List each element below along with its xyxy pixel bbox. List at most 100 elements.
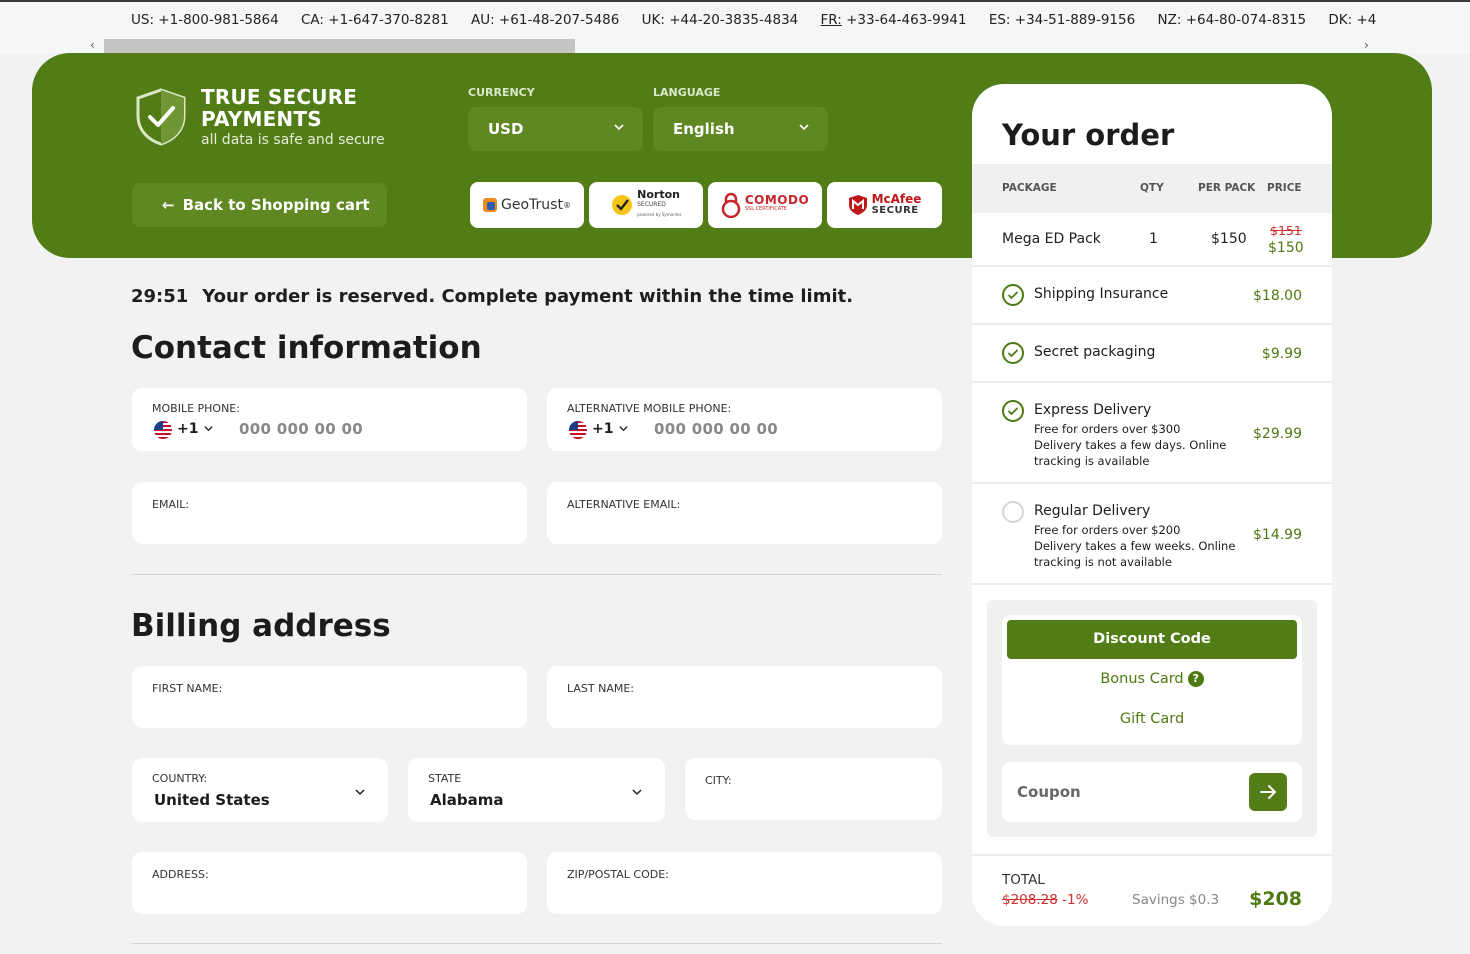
address-field[interactable]: ADDRESS:: [132, 852, 527, 914]
option-express-delivery[interactable]: Express Delivery Free for orders over $3…: [972, 381, 1332, 482]
state-select[interactable]: STATE Alabama: [408, 758, 665, 822]
arrow-right-icon: [1260, 785, 1276, 799]
section-divider: [131, 574, 942, 575]
order-title: Your order: [1002, 118, 1175, 152]
package-qty: 1: [1149, 231, 1158, 247]
comodo-badge: COMODO SSL CERTIFICATE: [708, 182, 822, 228]
bonus-card-tab[interactable]: Bonus Card?: [1002, 671, 1302, 687]
mobile-phone-field[interactable]: MOBILE PHONE: +1 000 000 00 00: [132, 388, 527, 451]
norton-badge: Norton SECURED powered by Symantec: [589, 182, 703, 228]
promo-panel: Discount Code Bonus Card? Gift Card Coup…: [987, 600, 1317, 837]
discount-code-tab[interactable]: Discount Code: [1007, 620, 1297, 659]
apply-coupon-button[interactable]: [1249, 773, 1287, 811]
language-label: LANGUAGE: [653, 86, 721, 99]
phone-es[interactable]: ES: +34-51-889-9156: [989, 12, 1135, 28]
zip-field[interactable]: ZIP/POSTAL CODE:: [547, 852, 942, 914]
col-package: PACKAGE: [1002, 182, 1057, 194]
chevron-down-icon[interactable]: [203, 423, 214, 434]
phone-numbers-bar: US: +1-800-981-5864 CA: +1-647-370-8281 …: [0, 0, 1470, 54]
option-regular-delivery[interactable]: Regular Delivery Free for orders over $2…: [972, 482, 1332, 583]
alt-mobile-phone-label: ALTERNATIVE MOBILE PHONE:: [567, 402, 732, 415]
first-name-field[interactable]: FIRST NAME:: [132, 666, 527, 728]
billing-title: Billing address: [131, 608, 391, 644]
email-label: EMAIL:: [152, 498, 190, 511]
col-per-pack: PER PACK: [1198, 182, 1256, 194]
option-price: $9.99: [1261, 346, 1302, 362]
arrow-left-icon: ←: [162, 196, 175, 214]
language-value: English: [673, 120, 735, 138]
phone-dk[interactable]: DK: +4: [1328, 12, 1376, 28]
country-select[interactable]: COUNTRY: United States: [132, 758, 388, 822]
alt-mobile-phone-field[interactable]: ALTERNATIVE MOBILE PHONE: +1 000 000 00 …: [547, 388, 942, 451]
scroll-left-icon[interactable]: ‹: [90, 38, 95, 52]
phone-fr[interactable]: FR: +33-64-463-9941: [821, 12, 967, 28]
phone-nz[interactable]: NZ: +64-80-074-8315: [1157, 12, 1306, 28]
email-field[interactable]: EMAIL:: [132, 482, 527, 544]
help-icon[interactable]: ?: [1187, 671, 1204, 687]
city-field[interactable]: CITY:: [685, 758, 942, 820]
alt-email-label: ALTERNATIVE EMAIL:: [567, 498, 681, 511]
savings-text: Savings $0.3: [1132, 892, 1220, 908]
option-description: Free for orders over $300 Delivery takes…: [1034, 422, 1227, 468]
radio-empty-icon[interactable]: [1002, 501, 1024, 523]
package-name: Mega ED Pack: [1002, 231, 1101, 247]
option-secret-packaging[interactable]: Secret packaging $9.99: [972, 323, 1332, 381]
option-name: Shipping Insurance: [1034, 286, 1169, 302]
promo-tabs: Discount Code Bonus Card? Gift Card: [1002, 615, 1302, 745]
us-flag-icon: [569, 421, 587, 439]
mcafee-badge: McAfee SECURE: [827, 182, 942, 228]
chevron-down-icon: [799, 124, 809, 131]
gift-card-tab[interactable]: Gift Card: [1002, 711, 1302, 727]
option-description: Free for orders over $200 Delivery takes…: [1034, 523, 1236, 569]
coupon-field[interactable]: Coupon: [1002, 762, 1302, 822]
coupon-input[interactable]: Coupon: [1017, 783, 1081, 801]
option-shipping-insurance[interactable]: Shipping Insurance $18.00: [972, 265, 1332, 323]
package-old-price: $151: [1270, 223, 1302, 238]
check-circle-icon[interactable]: [1002, 284, 1024, 306]
package-row: Mega ED Pack 1 $150 $151 $150: [972, 213, 1332, 266]
order-table-header: PACKAGE QTY PER PACK PRICE: [972, 164, 1332, 213]
first-name-label: FIRST NAME:: [152, 682, 223, 695]
us-flag-icon: [154, 421, 172, 439]
col-price: PRICE: [1267, 182, 1302, 194]
timer-message: Your order is reserved. Complete payment…: [202, 286, 854, 307]
alt-mobile-phone-input[interactable]: 000 000 00 00: [654, 420, 778, 438]
dial-code[interactable]: +1: [592, 421, 613, 437]
state-label: STATE: [428, 772, 462, 785]
shield-check-icon: [136, 88, 186, 146]
phone-ca[interactable]: CA: +1-647-370-8281: [301, 12, 449, 28]
phone-au[interactable]: AU: +61-48-207-5486: [471, 12, 619, 28]
currency-select[interactable]: USD: [468, 107, 643, 151]
option-name: Express Delivery: [1034, 402, 1152, 418]
alt-email-field[interactable]: ALTERNATIVE EMAIL:: [547, 482, 942, 544]
back-to-cart-button[interactable]: ← Back to Shopping cart: [132, 183, 387, 227]
mobile-phone-input[interactable]: 000 000 00 00: [239, 420, 363, 438]
country-label: COUNTRY:: [152, 772, 208, 785]
scroll-right-icon[interactable]: ›: [1364, 38, 1369, 52]
language-select[interactable]: English: [653, 107, 828, 151]
state-value: Alabama: [430, 791, 504, 809]
reservation-timer: 29:51 Your order is reserved. Complete pa…: [131, 286, 853, 307]
option-price: $14.99: [1253, 527, 1302, 543]
currency-label: CURRENCY: [468, 86, 535, 99]
logo-subtitle: all data is safe and secure: [201, 132, 385, 148]
row-divider: [972, 583, 1332, 585]
comodo-lock-icon: [721, 192, 741, 218]
package-price: $150: [1268, 240, 1304, 256]
check-circle-icon[interactable]: [1002, 342, 1024, 364]
order-summary-card: Your order PACKAGE QTY PER PACK PRICE Me…: [972, 84, 1332, 926]
last-name-field[interactable]: LAST NAME:: [547, 666, 942, 728]
phone-uk[interactable]: UK: +44-20-3835-4834: [642, 12, 799, 28]
dial-code[interactable]: +1: [177, 421, 198, 437]
chevron-down-icon[interactable]: [618, 423, 629, 434]
contact-title: Contact information: [131, 330, 482, 366]
phone-list: US: +1-800-981-5864 CA: +1-647-370-8281 …: [131, 12, 1394, 28]
currency-value: USD: [488, 120, 524, 138]
mcafee-shield-icon: [848, 195, 867, 215]
norton-check-icon: [612, 195, 633, 215]
check-circle-icon[interactable]: [1002, 400, 1024, 422]
scrollbar-thumb[interactable]: [104, 39, 575, 53]
phone-us[interactable]: US: +1-800-981-5864: [131, 12, 279, 28]
col-qty: QTY: [1140, 182, 1164, 194]
geotrust-logo-icon: [483, 198, 498, 212]
